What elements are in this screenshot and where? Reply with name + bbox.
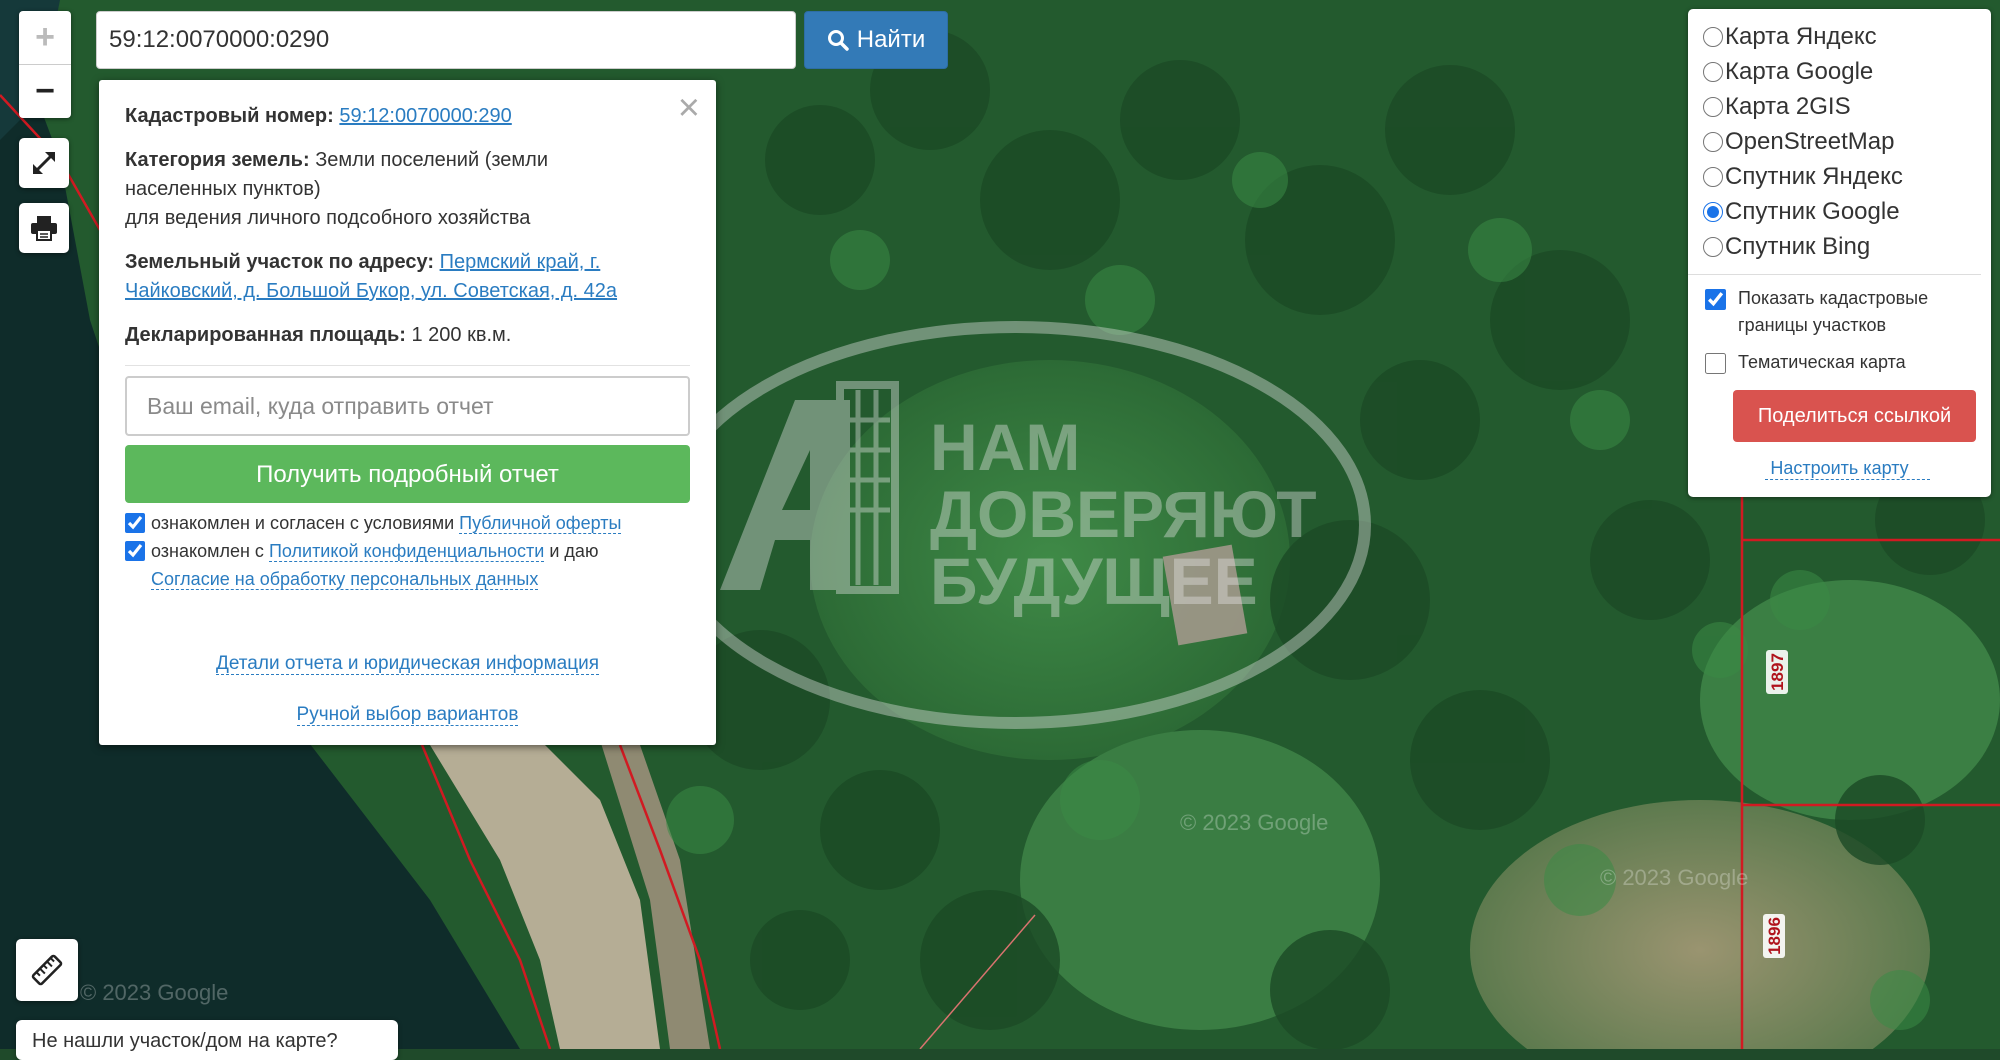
- layer-radio[interactable]: [1703, 26, 1723, 47]
- close-popup-button[interactable]: ×: [678, 88, 700, 128]
- privacy-agree-tail: и даю: [549, 541, 599, 561]
- layer-label: Карта Яндекс: [1725, 22, 1877, 50]
- land-category-label: Категория земель:: [125, 149, 310, 171]
- layer-option[interactable]: Спутник Bing: [1703, 229, 1991, 264]
- zoom-control: + −: [19, 11, 71, 118]
- layer-label: OpenStreetMap: [1725, 127, 1895, 155]
- area-value: 1 200 кв.м.: [411, 324, 512, 346]
- area-label: Декларированная площадь:: [125, 324, 406, 346]
- thematic-map-label: Тематическая карта: [1738, 352, 1906, 372]
- show-borders-label: Показать кадастровые границы участков: [1738, 288, 1929, 335]
- watermark-line3: БУДУЩЕЕ: [930, 544, 1258, 618]
- details-link-row: Детали отчета и юридическая информация: [125, 649, 690, 678]
- ruler-icon: [31, 954, 63, 986]
- get-report-button[interactable]: Получить подробный отчет: [125, 445, 690, 503]
- layer-radio[interactable]: [1703, 236, 1723, 257]
- privacy-agree-text: ознакомлен с Политикой конфиденциальност…: [151, 537, 598, 593]
- cadastral-number-row: Кадастровый номер: 59:12:0070000:290: [125, 102, 690, 131]
- share-link-button[interactable]: Поделиться ссылкой: [1733, 390, 1976, 442]
- layer-radio[interactable]: [1703, 96, 1723, 117]
- watermark-line1: НАМ: [930, 410, 1080, 484]
- offer-agree-checkbox[interactable]: [125, 513, 145, 533]
- parcel-info-popup: × Кадастровый номер: 59:12:0070000:290 К…: [99, 80, 716, 745]
- report-details-link[interactable]: Детали отчета и юридическая информация: [216, 653, 599, 675]
- layer-label: Карта 2GIS: [1725, 92, 1851, 120]
- thematic-map-checkbox[interactable]: [1705, 353, 1726, 374]
- popup-divider: [125, 365, 690, 366]
- show-borders-checkbox[interactable]: [1705, 289, 1726, 310]
- layer-label: Спутник Google: [1725, 197, 1900, 225]
- address-label: Земельный участок по адресу:: [125, 251, 435, 273]
- cadastral-number-link[interactable]: 59:12:0070000:290: [339, 105, 511, 127]
- personal-data-consent-link[interactable]: Согласие на обработку персональных данны…: [151, 569, 539, 590]
- search-icon: [827, 30, 849, 51]
- address-row: Земельный участок по адресу: Пермский кр…: [125, 248, 690, 306]
- zoom-out-button[interactable]: −: [19, 65, 71, 118]
- layer-option[interactable]: Карта Google: [1703, 54, 1991, 89]
- layer-label: Спутник Яндекс: [1725, 162, 1903, 190]
- base-layer-list: Карта Яндекс Карта Google Карта 2GIS OpenSt…: [1703, 19, 1991, 264]
- zoom-in-button[interactable]: +: [19, 11, 71, 64]
- not-found-prompt[interactable]: Не нашли участок/дом на карте?: [16, 1020, 398, 1060]
- layer-radio[interactable]: [1703, 61, 1723, 82]
- layers-divider: [1688, 274, 1981, 275]
- layer-radio[interactable]: [1703, 201, 1723, 222]
- configure-map-link[interactable]: Настроить карту: [1764, 458, 1930, 480]
- cadastral-number-label: Кадастровый номер:: [125, 105, 334, 127]
- layer-option[interactable]: OpenStreetMap: [1703, 124, 1991, 159]
- cadastral-search-input[interactable]: [96, 11, 796, 69]
- manual-link-row: Ручной выбор вариантов: [125, 700, 690, 729]
- layer-option[interactable]: Спутник Яндекс: [1703, 159, 1991, 194]
- manual-selection-link[interactable]: Ручной выбор вариантов: [296, 704, 519, 726]
- layer-option[interactable]: Спутник Google: [1703, 194, 1991, 229]
- fullscreen-button[interactable]: [19, 138, 69, 188]
- measure-button[interactable]: [16, 939, 78, 1001]
- show-borders-option[interactable]: Показать кадастровые границы участков: [1703, 285, 1991, 339]
- fullscreen-icon: [32, 151, 56, 175]
- public-offer-link[interactable]: Публичной оферты: [459, 513, 622, 534]
- layer-radio[interactable]: [1703, 131, 1723, 152]
- thematic-map-option[interactable]: Тематическая карта: [1703, 349, 1991, 376]
- watermark-line2: ДОВЕРЯЮТ: [930, 477, 1317, 551]
- search-button[interactable]: Найти: [804, 11, 948, 69]
- google-watermark: © 2023 Google: [1600, 865, 1748, 890]
- layer-option[interactable]: Карта Яндекс: [1703, 19, 1991, 54]
- layer-label: Спутник Bing: [1725, 232, 1871, 260]
- offer-agree-row: ознакомлен и согласен с условиями Публич…: [125, 509, 690, 537]
- map-layers-panel: Карта Яндекс Карта Google Карта 2GIS OpenSt…: [1688, 9, 1991, 497]
- google-watermark: © 2023 Google: [1180, 810, 1328, 835]
- printer-icon: [31, 216, 57, 241]
- privacy-agree-checkbox[interactable]: [125, 541, 145, 561]
- layer-label: Карта Google: [1725, 57, 1874, 85]
- search-button-label: Найти: [856, 26, 926, 53]
- parcel-label-1896: 1896: [1765, 917, 1784, 955]
- offer-agree-label: ознакомлен и согласен с условиями: [151, 513, 455, 533]
- land-category-row: Категория земель: Земли поселений (земли…: [125, 146, 605, 233]
- offer-agree-text: ознакомлен и согласен с условиями Публич…: [151, 509, 622, 537]
- privacy-agree-label: ознакомлен с: [151, 541, 264, 561]
- land-use-value: для ведения личного подсобного хозяйства: [125, 207, 531, 229]
- privacy-agree-row: ознакомлен с Политикой конфиденциальност…: [125, 537, 690, 593]
- print-button[interactable]: [19, 203, 69, 253]
- google-watermark: © 2023 Google: [80, 980, 228, 1005]
- privacy-policy-link[interactable]: Политикой конфиденциальности: [268, 541, 545, 562]
- parcel-label-1897: 1897: [1768, 653, 1787, 691]
- email-field[interactable]: [125, 376, 690, 436]
- area-row: Декларированная площадь: 1 200 кв.м.: [125, 321, 690, 350]
- layer-option[interactable]: Карта 2GIS: [1703, 89, 1991, 124]
- layer-radio[interactable]: [1703, 166, 1723, 187]
